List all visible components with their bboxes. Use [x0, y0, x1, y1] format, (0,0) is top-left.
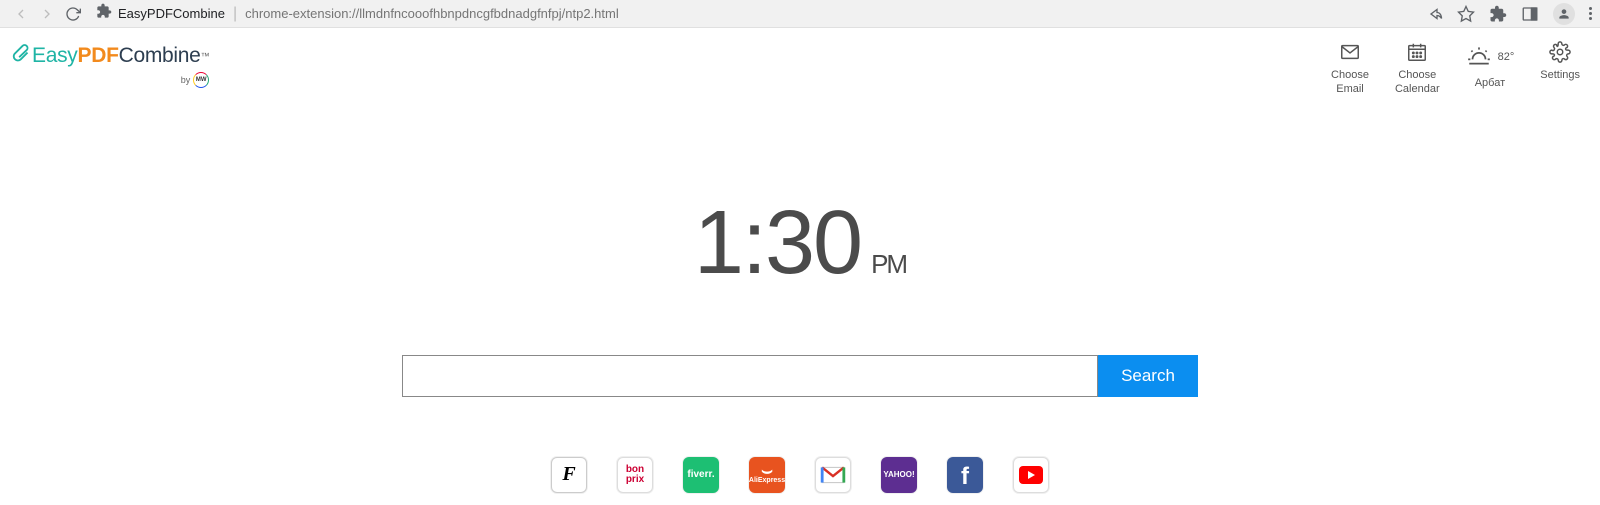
side-panel-icon[interactable]	[1521, 5, 1539, 23]
weather-widget[interactable]: 82° Арбат	[1466, 42, 1515, 89]
vendor-badge: MW	[193, 72, 209, 88]
clock: 1:30 PM	[0, 192, 1600, 295]
logo: EasyPDFCombine™ by MW	[10, 42, 209, 88]
profile-avatar[interactable]	[1553, 3, 1575, 25]
forward-button[interactable]	[34, 1, 60, 27]
search-box: Search	[402, 355, 1198, 397]
url-path[interactable]: chrome-extension://llmdnfncooofhbnpdncgf…	[245, 6, 619, 21]
page-content: EasyPDFCombine™ by MW Choose Email Choos…	[0, 28, 1600, 493]
shortcut-gmail[interactable]	[815, 457, 851, 493]
shortcut-yahoo[interactable]: YAHOO!	[881, 457, 917, 493]
clock-ampm: PM	[871, 249, 906, 280]
settings-button[interactable]: Settings	[1540, 42, 1580, 82]
logo-easy: Easy	[32, 44, 78, 68]
share-icon[interactable]	[1425, 5, 1443, 23]
shortcut-aliexpress[interactable]: ⌣ AliExpress	[749, 457, 785, 493]
weather-location: Арбат	[1475, 77, 1505, 89]
url-separator: |	[233, 5, 237, 23]
shortcut-facebook[interactable]: f	[947, 457, 983, 493]
browser-toolbar: EasyPDFCombine | chrome-extension://llmd…	[0, 0, 1600, 28]
clock-time: 1:30	[694, 192, 861, 295]
url-host[interactable]: EasyPDFCombine	[118, 6, 225, 21]
calendar-icon	[1406, 42, 1428, 62]
logo-pdf: PDF	[78, 44, 119, 68]
choose-email-button[interactable]: Choose Email	[1331, 42, 1369, 97]
logo-by: by	[181, 75, 191, 85]
extensions-icon[interactable]	[1489, 5, 1507, 23]
page-header: EasyPDFCombine™ by MW Choose Email Choos…	[0, 28, 1600, 97]
reload-button[interactable]	[60, 1, 86, 27]
choose-calendar-button[interactable]: Choose Calendar	[1395, 42, 1440, 97]
choose-email-label-2: Email	[1336, 82, 1364, 96]
smile-icon: ⌣	[761, 465, 773, 476]
settings-label: Settings	[1540, 68, 1580, 82]
gear-icon	[1549, 42, 1571, 62]
shortcut-bonprix[interactable]: bon prix	[617, 457, 653, 493]
choose-calendar-label-2: Calendar	[1395, 82, 1440, 96]
menu-icon[interactable]	[1589, 7, 1592, 20]
shortcut-youtube[interactable]	[1013, 457, 1049, 493]
gmail-icon	[820, 465, 846, 485]
shortcut-fiverr[interactable]: fiverr.	[683, 457, 719, 493]
shortcuts-row: F bon prix fiverr. ⌣ AliExpress YAHOO! f	[0, 457, 1600, 493]
youtube-icon	[1019, 466, 1043, 484]
logo-combine: Combine	[119, 44, 201, 68]
shortcut-farfetch[interactable]: F	[551, 457, 587, 493]
sun-icon	[1466, 42, 1492, 71]
choose-calendar-label-1: Choose	[1398, 68, 1436, 82]
extension-icon	[96, 3, 112, 24]
search-input[interactable]	[402, 355, 1098, 397]
logo-tm: ™	[201, 51, 210, 61]
envelope-icon	[1339, 42, 1361, 62]
search-button[interactable]: Search	[1098, 355, 1198, 397]
choose-email-label-1: Choose	[1331, 68, 1369, 82]
back-button[interactable]	[8, 1, 34, 27]
bookmark-star-icon[interactable]	[1457, 5, 1475, 23]
weather-temp: 82°	[1498, 51, 1515, 63]
paperclip-icon	[10, 42, 30, 70]
